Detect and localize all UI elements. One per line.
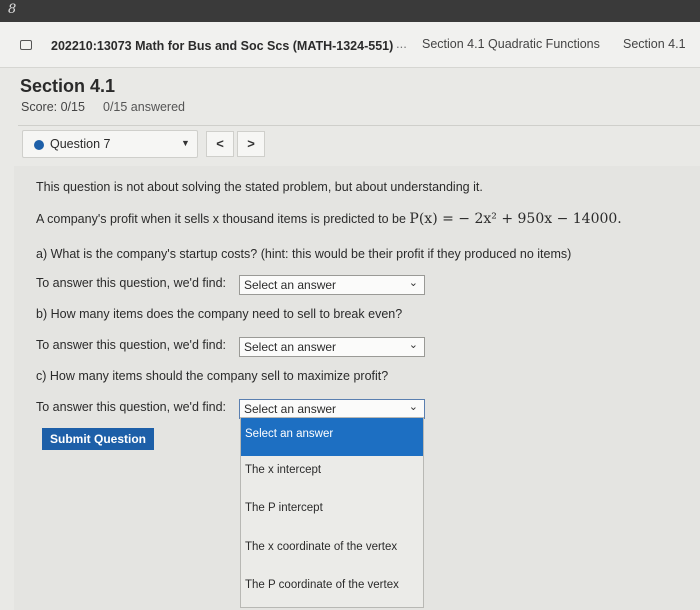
part-a-prompt: To answer this question, we'd find: bbox=[36, 276, 226, 290]
part-c-prompt: To answer this question, we'd find: bbox=[36, 400, 226, 414]
question-select-label: Question 7 bbox=[50, 137, 111, 151]
score-text: Score: 0/15 bbox=[21, 100, 85, 114]
menu-toggle-icon[interactable] bbox=[20, 40, 32, 50]
breadcrumb-assignment[interactable]: Section 4.1 Quadratic Functions bbox=[422, 37, 600, 51]
part-a-select[interactable]: Select an answer ⌄ bbox=[239, 275, 425, 295]
prev-question-button[interactable]: < bbox=[206, 131, 234, 157]
part-b-select-value: Select an answer bbox=[244, 340, 337, 354]
answered-count: 0/15 answered bbox=[103, 100, 186, 114]
question-intro: This question is not about solving the s… bbox=[36, 180, 483, 194]
submit-question-button[interactable]: Submit Question bbox=[42, 428, 154, 450]
part-b-text: b) How many items does the company need … bbox=[36, 307, 403, 321]
part-c-select[interactable]: Select an answer ⌄ bbox=[239, 399, 425, 419]
page-title: Section 4.1 bbox=[20, 76, 116, 96]
answer-dropdown-menu: Select an answer The x intercept The P i… bbox=[240, 417, 424, 608]
course-nav: 202210:13073 Math for Bus and Soc Scs (M… bbox=[0, 22, 700, 68]
dropdown-option[interactable]: The P intercept bbox=[241, 502, 423, 514]
chevron-down-icon: ⌄ bbox=[408, 277, 418, 289]
part-b-select[interactable]: Select an answer ⌄ bbox=[239, 337, 425, 357]
chevron-down-icon: ⌄ bbox=[408, 339, 418, 351]
status-dot-icon bbox=[34, 140, 44, 150]
course-title[interactable]: 202210:13073 Math for Bus and Soc Scs (M… bbox=[51, 39, 393, 53]
part-c-text: c) How many items should the company sel… bbox=[36, 369, 389, 383]
profit-prefix: A company's profit when it sells x thous… bbox=[36, 212, 406, 226]
chevron-down-icon: ▼ bbox=[181, 138, 190, 148]
part-a-select-value: Select an answer bbox=[244, 278, 337, 292]
dropdown-option[interactable]: The x coordinate of the vertex bbox=[241, 541, 423, 553]
top-bar: 8 bbox=[0, 0, 700, 22]
chevron-down-icon: ⌄ bbox=[408, 401, 418, 413]
next-question-button[interactable]: > bbox=[237, 131, 265, 157]
part-a-text: a) What is the company's startup costs? … bbox=[36, 247, 572, 261]
dropdown-option[interactable]: Select an answer bbox=[241, 418, 423, 456]
corner-glyph: 8 bbox=[8, 2, 17, 17]
dropdown-option[interactable]: The x intercept bbox=[241, 464, 423, 476]
profit-statement: A company's profit when it sells x thous… bbox=[36, 211, 622, 227]
breadcrumb-ellipsis[interactable]: ... bbox=[396, 36, 407, 51]
dropdown-option[interactable]: The P coordinate of the vertex bbox=[241, 579, 423, 591]
profit-formula: P(x) = − 2x² + 950x − 14000. bbox=[409, 211, 622, 227]
part-b-prompt: To answer this question, we'd find: bbox=[36, 338, 226, 352]
part-c-select-value: Select an answer bbox=[244, 402, 337, 416]
question-select[interactable]: Question 7 ▼ bbox=[22, 130, 198, 158]
breadcrumb-section[interactable]: Section 4.1 bbox=[623, 37, 686, 51]
